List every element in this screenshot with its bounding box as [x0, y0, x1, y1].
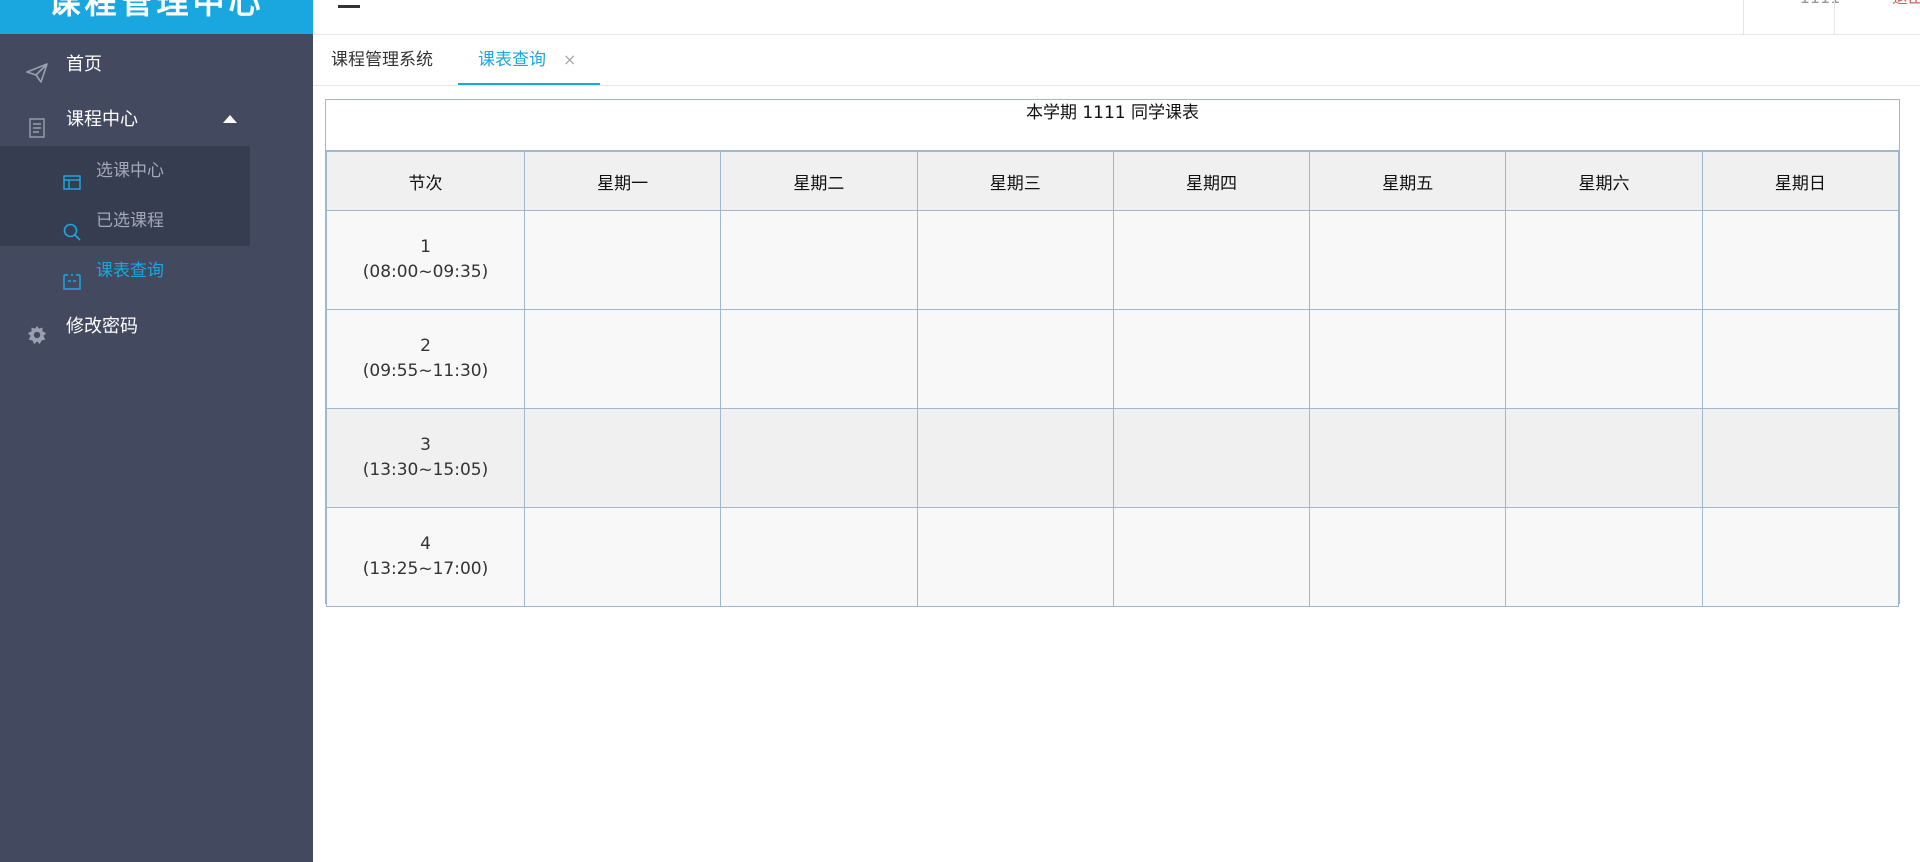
period-time: (08:00~09:35)	[362, 262, 489, 282]
column-header: 星期五	[1309, 151, 1507, 211]
chevron-up-icon	[223, 115, 237, 123]
calendar-icon	[62, 162, 82, 190]
schedule-cell	[1309, 309, 1507, 409]
schedule-cell	[1701, 507, 1900, 607]
sidebar-item-course-center[interactable]: 课程中心	[0, 95, 313, 145]
schedule-cell	[523, 210, 722, 310]
column-header: 星期三	[916, 151, 1114, 211]
sidebar-item-timetable-label: 课表查询	[96, 261, 164, 281]
table-row: 2 (09:55~11:30)	[326, 309, 1900, 409]
top-header: 1111 退出	[313, 0, 1920, 35]
schedule-cell	[916, 408, 1114, 508]
timetable-title: 本学期 1111 同学课表	[326, 100, 1899, 151]
sidebar-item-change-password-label: 修改密码	[66, 316, 138, 337]
schedule-cell	[1505, 507, 1703, 607]
schedule-cell	[916, 309, 1114, 409]
table-row: 3 (13:30~15:05)	[326, 408, 1900, 508]
schedule-cell	[1112, 408, 1311, 508]
user-name[interactable]: 1111	[1770, 0, 1870, 10]
table-row: 4 (13:25~17:00)	[326, 507, 1900, 607]
schedule-cell	[1309, 210, 1507, 310]
header-divider	[1743, 0, 1744, 34]
period-time: (09:55~11:30)	[362, 361, 489, 381]
hamburger-icon[interactable]	[338, 0, 362, 14]
schedule-icon	[62, 262, 82, 290]
gear-icon	[25, 316, 49, 345]
schedule-cell	[916, 507, 1114, 607]
schedule-cell	[1309, 507, 1507, 607]
period-cell: 4 (13:25~17:00)	[326, 507, 525, 607]
schedule-cell	[523, 408, 722, 508]
schedule-cell	[1112, 210, 1311, 310]
schedule-cell	[1701, 408, 1900, 508]
period-cell: 3 (13:30~15:05)	[326, 408, 525, 508]
period-cell: 2 (09:55~11:30)	[326, 309, 525, 409]
tab-course-system[interactable]: 课程管理系统	[331, 35, 433, 85]
close-icon[interactable]: ×	[563, 35, 576, 85]
timetable-grid: 节次 星期一 星期二 星期三 星期四 星期五 星期六 星期日 1 (08:00~…	[326, 151, 1900, 607]
period-cell: 1 (08:00~09:35)	[326, 210, 525, 310]
column-header: 星期二	[720, 151, 918, 211]
sidebar-item-selected-courses[interactable]: 已选课程	[0, 196, 313, 246]
app-logo: 课程管理中心	[0, 0, 313, 34]
period-time: (13:30~15:05)	[362, 460, 489, 480]
sidebar-item-change-password[interactable]: 修改密码	[0, 302, 313, 352]
schedule-cell	[720, 309, 918, 409]
schedule-cell	[1112, 507, 1311, 607]
schedule-cell	[1505, 309, 1703, 409]
course-center-submenu: 选课中心 已选课程	[0, 146, 250, 246]
sidebar-item-course-center-label: 课程中心	[66, 109, 138, 130]
tab-bar: 课程管理系统 课表查询 ×	[313, 35, 1920, 86]
paper-plane-icon	[25, 54, 49, 83]
column-header: 星期日	[1701, 151, 1900, 211]
sidebar-item-timetable[interactable]: 课表查询	[0, 246, 313, 296]
column-header: 星期一	[523, 151, 722, 211]
tab-timetable[interactable]: 课表查询 ×	[458, 35, 600, 85]
header-divider	[1834, 0, 1835, 34]
period-number: 3	[420, 435, 431, 455]
column-header: 星期六	[1505, 151, 1703, 211]
tab-timetable-label: 课表查询	[478, 50, 546, 70]
logout-link[interactable]: 退出	[1868, 0, 1920, 10]
app-logo-text: 课程管理中心	[48, 0, 265, 21]
period-time: (13:25~17:00)	[362, 559, 489, 579]
period-number: 1	[420, 237, 431, 257]
column-header: 节次	[326, 151, 525, 211]
sidebar-item-course-selection-label: 选课中心	[96, 161, 164, 181]
schedule-cell	[720, 507, 918, 607]
schedule-cell	[1701, 210, 1900, 310]
sidebar-item-course-selection[interactable]: 选课中心	[0, 146, 313, 196]
column-header: 星期四	[1112, 151, 1311, 211]
document-list-icon	[25, 109, 49, 138]
schedule-cell	[1309, 408, 1507, 508]
schedule-cell	[523, 309, 722, 409]
schedule-cell	[1505, 408, 1703, 508]
sidebar-item-home-label: 首页	[66, 54, 102, 75]
timetable-header-row: 节次 星期一 星期二 星期三 星期四 星期五 星期六 星期日	[326, 151, 1900, 211]
sidebar-item-selected-courses-label: 已选课程	[96, 211, 164, 231]
period-number: 4	[420, 534, 431, 554]
search-icon	[62, 212, 82, 241]
schedule-cell	[523, 507, 722, 607]
schedule-cell	[1701, 309, 1900, 409]
schedule-cell	[1505, 210, 1703, 310]
table-row: 1 (08:00~09:35)	[326, 210, 1900, 310]
sidebar-item-home[interactable]: 首页	[0, 40, 313, 90]
period-number: 2	[420, 336, 431, 356]
timetable: 本学期 1111 同学课表 节次 星期一 星期二 星期三 星期四 星期五 星期六…	[325, 99, 1900, 607]
schedule-cell	[720, 210, 918, 310]
sidebar: 课程管理中心 首页 课程中心 选课中心 已选课程 课表查询 修改密码	[0, 0, 313, 862]
schedule-cell	[720, 408, 918, 508]
schedule-cell	[1112, 309, 1311, 409]
schedule-cell	[916, 210, 1114, 310]
